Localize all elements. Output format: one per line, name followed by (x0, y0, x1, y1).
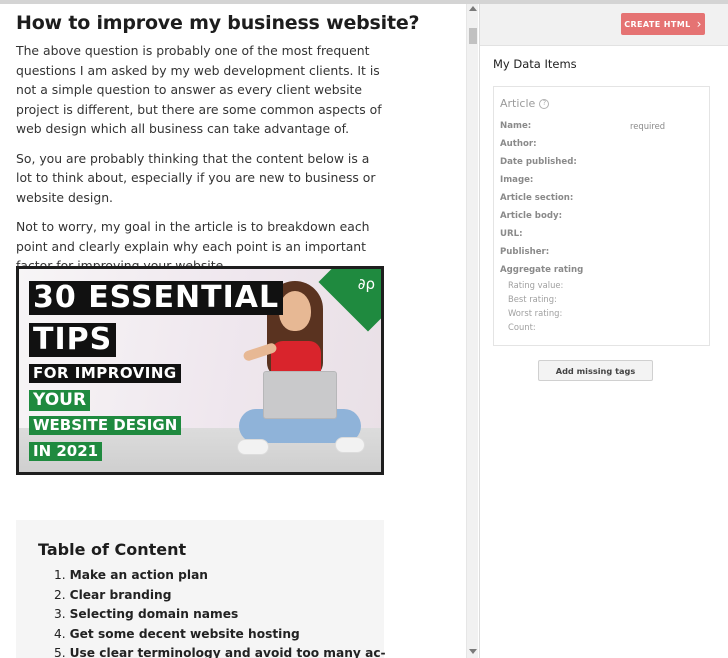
panel-header: CREATE HTML › (480, 4, 728, 46)
property-best-rating[interactable]: Best rating: (508, 294, 557, 304)
hero-person-shoe (335, 437, 365, 453)
help-icon[interactable]: ? (539, 98, 550, 109)
item-type-label: Article (500, 97, 536, 110)
property-name[interactable]: Name: (500, 121, 531, 131)
required-note: required (630, 121, 666, 131)
toc-list: 1. Make an action plan 2. Clear branding 3… (54, 566, 386, 658)
hero-image: ∂ρ 30 ESSENTIAL TIPS FOR IMPROVING YOUR … (16, 266, 384, 475)
toc-item-number: 3. (54, 607, 66, 621)
table-of-content: Table of Content 1. Make an action plan 2… (16, 520, 386, 658)
hero-person-face (279, 291, 311, 331)
toc-item-label: Get some decent website hosting (69, 626, 300, 641)
toc-item-label: Make an action plan (69, 568, 208, 582)
hero-text-line: YOUR (29, 390, 91, 411)
article-paragraph: The above question is probably one of th… (16, 43, 382, 136)
laptop-icon (263, 371, 337, 419)
hero-text-line: IN 2021 (29, 442, 103, 461)
item-type-heading: Article ? (500, 97, 550, 110)
toc-title: Table of Content (38, 540, 187, 559)
toc-item[interactable]: 5. Use clear terminology and avoid too ma… (54, 644, 386, 658)
property-image[interactable]: Image: (500, 175, 533, 185)
scroll-down-arrow-icon[interactable] (469, 649, 477, 654)
scroll-thumb[interactable] (469, 28, 477, 44)
toc-item[interactable]: 1. Make an action plan (54, 566, 374, 586)
add-missing-tags-button[interactable]: Add missing tags (538, 360, 653, 381)
article-preview-pane: How to improve my business website? The … (0, 4, 466, 658)
property-date-published[interactable]: Date published: (500, 157, 577, 167)
property-publisher[interactable]: Publisher: (500, 247, 549, 257)
hero-text-line: WEBSITE DESIGN (29, 416, 182, 435)
toc-item-label: Selecting domain names (69, 607, 239, 621)
toc-item-label: Clear branding (69, 587, 172, 602)
create-html-label: CREATE HTML (624, 19, 691, 29)
create-html-button[interactable]: CREATE HTML › (621, 13, 705, 35)
property-author[interactable]: Author: (500, 139, 537, 149)
scroll-up-arrow-icon[interactable] (469, 6, 477, 11)
property-url[interactable]: URL: (500, 229, 523, 239)
toc-item-number: 5. (54, 646, 66, 658)
hero-text-line: 30 ESSENTIAL (29, 281, 284, 315)
article-scrollbar[interactable] (466, 4, 478, 658)
property-article-body[interactable]: Article body: (500, 211, 562, 221)
data-items-panel: CREATE HTML › My Data Items Article ? re… (479, 4, 728, 658)
article-title: How to improve my business website? (16, 12, 420, 34)
hero-text-line: TIPS (29, 323, 117, 357)
property-article-section[interactable]: Article section: (500, 193, 573, 203)
property-count[interactable]: Count: (508, 322, 536, 332)
toc-item-number: 1. (54, 568, 66, 582)
article-body: The above question is probably one of th… (16, 41, 388, 286)
toc-item[interactable]: 3. Selecting domain names (54, 605, 374, 625)
toc-item[interactable]: 2. Clear branding (54, 586, 374, 606)
toc-item-number: 2. (54, 587, 66, 602)
toc-item-number: 4. (54, 626, 66, 641)
hero-text-line: FOR IMPROVING (29, 364, 181, 383)
property-rating-value[interactable]: Rating value: (508, 280, 563, 290)
property-worst-rating[interactable]: Worst rating: (508, 308, 562, 318)
article-paragraph: So, you are probably thinking that the c… (16, 150, 376, 205)
toc-item[interactable]: 4. Get some decent website hosting (54, 625, 374, 645)
property-aggregate-rating[interactable]: Aggregate rating (500, 265, 583, 275)
panel-title: My Data Items (493, 57, 577, 71)
chevron-right-icon: › (696, 17, 702, 31)
data-item-card: Article ? required Name: Author: Date pu… (493, 86, 710, 346)
toc-item-label: Use clear terminology and avoid too many… (69, 646, 386, 658)
hero-person-shoe (237, 439, 269, 455)
